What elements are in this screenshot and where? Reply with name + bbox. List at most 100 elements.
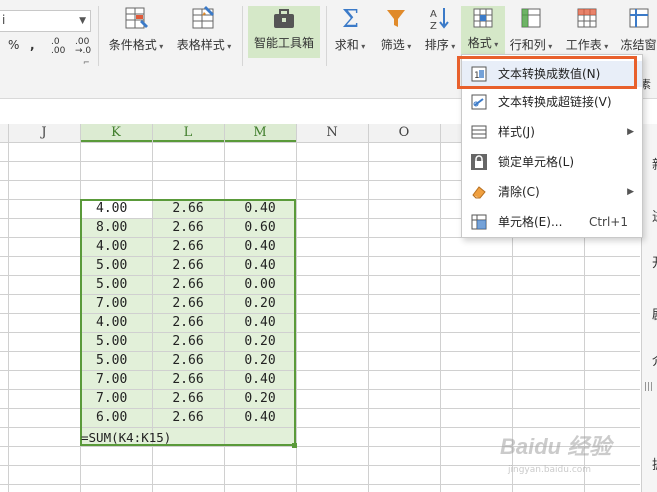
data-cell[interactable]: 2.66 xyxy=(152,275,224,294)
increase-decimal-button[interactable]: .0 .00 xyxy=(51,38,65,56)
sort-label: 排序 xyxy=(420,36,460,53)
toolbox-icon xyxy=(274,9,294,28)
data-cell[interactable]: 7.00 xyxy=(80,294,152,313)
data-cell[interactable]: 2.66 xyxy=(152,199,224,218)
menu-item-style[interactable]: 样式(J) ▶ xyxy=(462,119,642,145)
sum-label: 求和 xyxy=(330,36,370,53)
format-cells-icon xyxy=(473,8,493,28)
data-cell[interactable]: 2.66 xyxy=(152,408,224,427)
submenu-arrow-icon: ▶ xyxy=(627,127,634,137)
svg-text:A: A xyxy=(430,9,437,20)
menu-item-lock-cell[interactable]: 锁定单元格(L) xyxy=(462,149,642,175)
format-label: 格式 xyxy=(461,34,505,51)
table-style-icon xyxy=(192,6,214,29)
data-cell[interactable]: 6.00 xyxy=(80,408,152,427)
smart-toolbox-button[interactable]: 智能工具箱 xyxy=(248,6,320,58)
filter-label: 筛选 xyxy=(376,36,416,53)
menu-item-label: 清除(C) xyxy=(498,185,540,199)
data-cell[interactable]: 2.66 xyxy=(152,370,224,389)
data-cell[interactable]: 0.40 xyxy=(224,313,296,332)
filter-button[interactable]: 筛选 xyxy=(376,4,416,53)
data-cell[interactable]: 0.40 xyxy=(224,408,296,427)
svg-text:jingyan.baidu.com: jingyan.baidu.com xyxy=(507,465,591,475)
task-pane-glyph: 新 xyxy=(652,154,657,173)
submenu-arrow-icon: ▶ xyxy=(627,187,634,197)
data-cell[interactable]: 2.66 xyxy=(152,351,224,370)
ribbon-separator xyxy=(326,6,327,66)
eraser-icon xyxy=(472,186,486,199)
highlight-annotation xyxy=(457,56,637,89)
increase-decimal-bottom: .00 xyxy=(51,46,66,56)
rows-cols-label: 行和列 xyxy=(509,36,553,53)
pane-resize-handle[interactable]: ||| xyxy=(644,382,653,392)
data-cell[interactable]: 0.20 xyxy=(224,294,296,313)
data-cell[interactable]: 7.00 xyxy=(80,370,152,389)
data-cell[interactable]: 0.20 xyxy=(224,351,296,370)
data-cell[interactable]: 0.00 xyxy=(224,275,296,294)
sum-button[interactable]: Σ 求和 xyxy=(330,4,370,53)
column-header-k[interactable]: K xyxy=(80,124,152,142)
menu-item-shortcut: Ctrl+1 xyxy=(588,215,628,229)
smart-toolbox-label: 智能工具箱 xyxy=(253,36,314,50)
menu-item-clear[interactable]: 清除(C) ▶ xyxy=(462,179,642,205)
rows-cols-button[interactable]: 行和列 xyxy=(509,4,553,53)
svg-text:Σ: Σ xyxy=(342,5,359,32)
data-cell[interactable]: 0.40 xyxy=(224,370,296,389)
freeze-panes-button[interactable]: 冻结窗 xyxy=(620,4,657,53)
data-cell[interactable]: 5.00 xyxy=(80,275,152,294)
conditional-format-button[interactable]: 条件格式 xyxy=(104,4,168,53)
data-cell[interactable]: 4.00 xyxy=(80,313,152,332)
data-cell[interactable]: 5.00 xyxy=(80,256,152,275)
percent-style-button[interactable]: % xyxy=(8,38,19,52)
font-name-combo[interactable]: i ▼ xyxy=(0,10,91,32)
svg-text:Z: Z xyxy=(430,21,437,32)
watermark-text: Baidu 经验 xyxy=(500,434,614,459)
data-cell[interactable]: 0.40 xyxy=(224,199,296,218)
hyperlink-icon xyxy=(471,94,487,110)
data-cell[interactable]: 5.00 xyxy=(80,332,152,351)
data-cell[interactable]: 0.40 xyxy=(224,237,296,256)
data-cell[interactable]: 7.00 xyxy=(80,389,152,408)
data-cell[interactable]: 8.00 xyxy=(80,218,152,237)
data-cell[interactable]: 2.66 xyxy=(152,294,224,313)
column-header-n[interactable]: N xyxy=(296,124,368,142)
filter-icon xyxy=(387,10,405,27)
column-header-o[interactable]: O xyxy=(368,124,440,142)
task-pane-glyph: 介 xyxy=(652,350,657,369)
data-cell[interactable]: 2.66 xyxy=(152,256,224,275)
task-pane-glyph: 抓 xyxy=(652,454,657,473)
sort-button[interactable]: A Z 排序 xyxy=(420,4,460,53)
menu-item-cell-format[interactable]: 单元格(E)... Ctrl+1 xyxy=(462,209,642,235)
format-button[interactable]: 格式 xyxy=(461,6,505,56)
worksheet-button[interactable]: 工作表 xyxy=(565,4,609,53)
data-cell[interactable]: 5.00 xyxy=(80,351,152,370)
column-header-m[interactable]: M xyxy=(224,124,296,142)
conditional-format-label: 条件格式 xyxy=(104,36,168,53)
data-cell[interactable]: 2.66 xyxy=(152,313,224,332)
baidu-watermark: Baidu 经验 jingyan.baidu.com xyxy=(500,428,635,478)
data-cell[interactable]: 2.66 xyxy=(152,237,224,256)
table-style-button[interactable]: 表格样式 xyxy=(172,4,236,53)
data-cell[interactable]: 4.00 xyxy=(80,199,152,218)
data-cell[interactable]: 2.66 xyxy=(152,389,224,408)
data-cell[interactable]: 4.00 xyxy=(80,237,152,256)
worksheet-icon xyxy=(577,8,597,28)
decrease-decimal-button[interactable]: .00 →.0 xyxy=(75,38,91,56)
sort-icon: A Z xyxy=(430,8,449,32)
data-cell[interactable]: 0.20 xyxy=(224,389,296,408)
data-cell[interactable]: 2.66 xyxy=(152,218,224,237)
data-cell[interactable]: 0.20 xyxy=(224,332,296,351)
conditional-format-icon xyxy=(125,7,148,29)
ribbon-separator xyxy=(98,6,99,66)
dialog-launcher-icon[interactable]: ⌐ xyxy=(83,58,90,67)
menu-item-text-to-hyperlink[interactable]: 文本转换成超链接(V) xyxy=(462,89,642,115)
freeze-panes-label: 冻结窗 xyxy=(620,38,657,52)
column-header-l[interactable]: L xyxy=(152,124,224,142)
data-cell[interactable]: 2.66 xyxy=(152,332,224,351)
column-header-j[interactable]: J xyxy=(8,124,80,142)
comma-style-button[interactable]: , xyxy=(30,38,35,52)
formula-cell[interactable]: =SUM(K4:K15) xyxy=(81,430,171,445)
data-cell[interactable]: 0.60 xyxy=(224,218,296,237)
chevron-down-icon[interactable]: ▼ xyxy=(79,16,86,26)
data-cell[interactable]: 0.40 xyxy=(224,256,296,275)
